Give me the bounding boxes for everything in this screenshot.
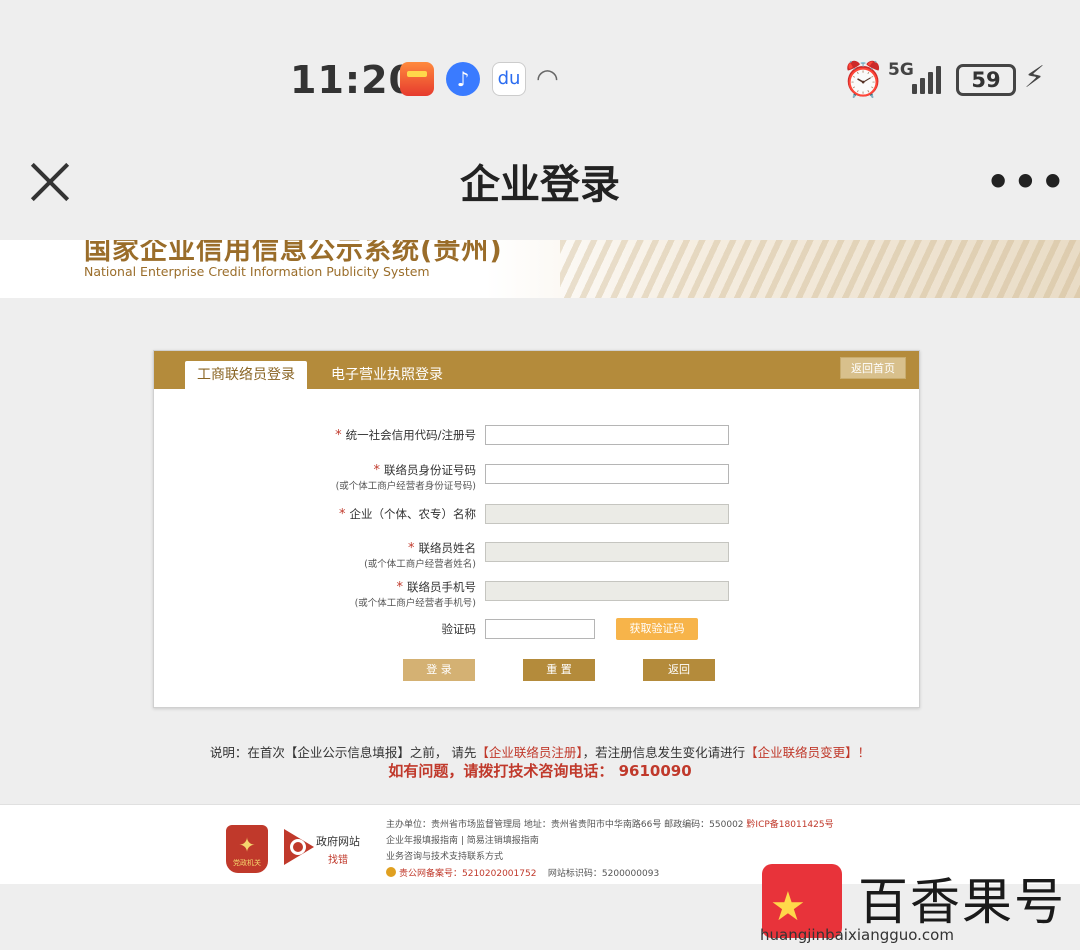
- page-title: 企业登录: [460, 162, 620, 208]
- credit-code-input[interactable]: [485, 425, 729, 445]
- gov-site-sub[interactable]: 找错: [328, 851, 348, 866]
- host-info: 主办单位：贵州省市场监督管理局 地址：贵州省贵阳市中华南路66号 邮政编码：55…: [386, 820, 744, 830]
- register-link[interactable]: 【企业联络员注册】: [476, 745, 582, 760]
- gov-site-title[interactable]: 政府网站: [316, 833, 360, 849]
- login-tabs-bar: 工商联络员登录 电子营业执照登录 返回首页: [154, 351, 919, 389]
- company-name-label: * 企业（个体、农专）名称: [339, 507, 476, 522]
- id-number-sublabel: (或个体工商户经营者身份证号码): [335, 481, 476, 492]
- police-record[interactable]: 贵公网备案号：5210202001752: [399, 869, 536, 879]
- footer-host-line: 主办单位：贵州省市场监督管理局 地址：贵州省贵阳市中华南路66号 邮政编码：55…: [386, 817, 834, 830]
- form-row-credit-code: * 统一社会信用代码/注册号: [154, 423, 919, 453]
- music-app-icon: ♪: [446, 62, 480, 96]
- mobile-label: * 联络员手机号: [396, 580, 477, 595]
- company-name-input: [485, 504, 729, 524]
- battery-icon: 59: [956, 64, 1016, 96]
- form-row-mobile: * 联络员手机号 (或个体工商户经营者手机号): [154, 579, 919, 609]
- banner-mountain-image: [560, 240, 1080, 298]
- reset-button[interactable]: 重 置: [523, 659, 595, 681]
- notice-middle: ，若注册信息发生变化请进行: [582, 745, 746, 760]
- status-time: 11:20: [290, 58, 416, 102]
- site-code: 网站标识码：5200000093: [547, 869, 660, 879]
- banner-title-cn: 国家企业信用信息公示系统(贵州): [84, 240, 503, 266]
- required-marker: *: [396, 580, 404, 595]
- watermark-name: 百香果号: [858, 873, 1066, 931]
- banner-title-en: National Enterprise Credit Information P…: [84, 264, 430, 279]
- footer-guide-links[interactable]: 企业年报填报指南 | 简易注销填报指南: [386, 833, 539, 846]
- form-row-id-number: * 联络员身份证号码 (或个体工商户经营者身份证号码): [154, 462, 919, 492]
- network-type: 5G: [888, 60, 914, 80]
- footer-support-link[interactable]: 业务咨询与技术支持联系方式: [386, 849, 503, 862]
- app-notification-icon: [400, 62, 434, 96]
- hotline-text: 如有问题，请拨打技术咨询电话： 9610090: [388, 762, 692, 780]
- login-button[interactable]: 登 录: [403, 659, 475, 681]
- credit-code-label: * 统一社会信用代码/注册号: [335, 428, 476, 443]
- footer-record-line: 贵公网备案号：5210202001752 网站标识码：5200000093: [386, 866, 659, 879]
- notice-prefix: 说明：在首次【企业公示信息填报】之前， 请先: [209, 745, 477, 760]
- required-marker: *: [335, 428, 342, 443]
- required-marker: *: [339, 507, 346, 522]
- back-button[interactable]: 返回: [643, 659, 715, 681]
- captcha-label: 验证码: [441, 622, 477, 636]
- tab-liaison-login[interactable]: 工商联络员登录: [185, 361, 307, 389]
- form-row-captcha: 验证码 获取验证码: [154, 617, 919, 647]
- emblem-label: 党政机关: [233, 859, 261, 867]
- form-row-liaison-name: * 联络员姓名 (或个体工商户经营者姓名): [154, 540, 919, 570]
- more-options-icon[interactable]: •••: [986, 160, 1068, 204]
- id-number-input[interactable]: [485, 464, 729, 484]
- star-icon: ★: [770, 884, 806, 930]
- liaison-name-input: [485, 542, 729, 562]
- baidu-app-icon: du: [492, 62, 526, 96]
- liaison-name-sublabel: (或个体工商户经营者姓名): [364, 559, 476, 570]
- liaison-name-label: * 联络员姓名: [408, 541, 476, 556]
- magnifier-icon: [290, 839, 306, 855]
- watermark-url: huangjinbaixiangguo.com: [760, 926, 954, 944]
- required-marker: *: [373, 463, 381, 478]
- login-panel: 工商联络员登录 电子营业执照登录 返回首页 * 统一社会信用代码/注册号 * 联络员…: [153, 350, 920, 708]
- get-code-button[interactable]: 获取验证码: [616, 618, 698, 640]
- wifi-icon: ◠: [536, 64, 559, 94]
- status-bar: 11:20 ♪ du ◠ ⏰ 5G 59 ⚡: [0, 0, 1080, 130]
- back-home-button[interactable]: 返回首页: [840, 357, 906, 379]
- change-link[interactable]: 【企业联络员变更】: [745, 745, 858, 760]
- icp-link[interactable]: 黔ICP备18011425号: [746, 820, 833, 830]
- mobile-input: [485, 581, 729, 601]
- form-row-company-name: * 企业（个体、农专）名称: [154, 502, 919, 532]
- site-banner: 国家企业信用信息公示系统(贵州) National Enterprise Cre…: [0, 240, 1080, 298]
- police-badge-icon: [386, 867, 396, 877]
- main-content: 工商联络员登录 电子营业执照登录 返回首页 * 统一社会信用代码/注册号 * 联络员…: [0, 298, 1080, 804]
- captcha-input[interactable]: [485, 619, 595, 639]
- notice-text: 说明：在首次【企业公示信息填报】之前， 请先【企业联络员注册】，若注册信息发生变…: [0, 742, 1080, 761]
- id-number-label: * 联络员身份证号码: [373, 463, 477, 478]
- required-marker: *: [408, 541, 415, 556]
- alarm-icon: ⏰: [842, 60, 885, 100]
- notice-suffix: ！: [857, 745, 871, 760]
- title-bar: 企业登录 •••: [0, 130, 1080, 240]
- mobile-sublabel: (或个体工商户经营者手机号): [354, 598, 476, 609]
- charging-icon: ⚡: [1024, 60, 1046, 95]
- tab-e-license-login[interactable]: 电子营业执照登录: [319, 361, 455, 389]
